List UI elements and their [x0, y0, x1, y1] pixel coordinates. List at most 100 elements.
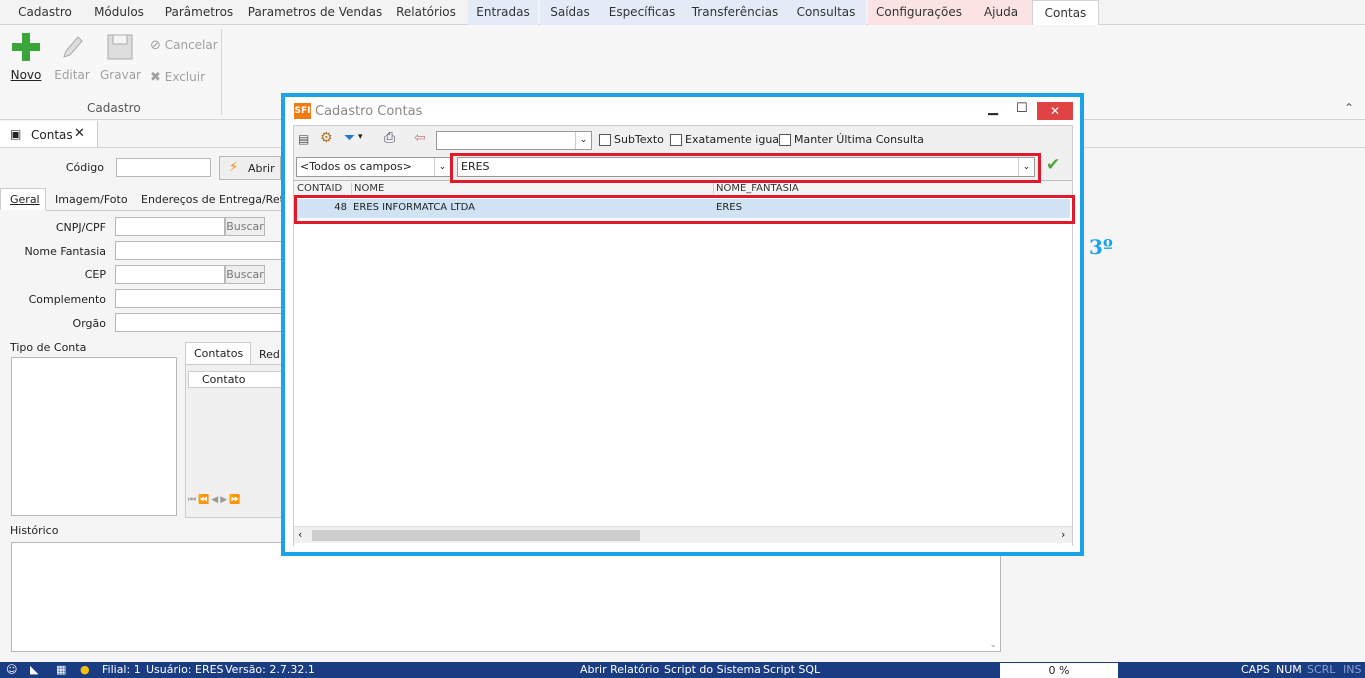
dialog-body: ▤ ⚙ ⏷ ▾ ⎙ ⇦ ⌄ SubTexto Exatamente igual …: [293, 125, 1073, 546]
complemento-label: Complemento: [28, 293, 106, 306]
ins-indicator: INS: [1343, 663, 1362, 676]
contatos-panel: Contato ⏮⏪◀▶⏩: [185, 364, 285, 518]
historico-label: Histórico: [10, 524, 59, 537]
num-indicator: NUM: [1276, 663, 1302, 676]
results-grid: CONTAID NOME NOME_FANTASIA 48 ERES INFOR…: [294, 180, 1072, 546]
tab-imagem-foto[interactable]: Imagem/Foto: [55, 189, 131, 211]
status-versao: Versão: 2.7.32.1: [225, 663, 315, 676]
gravar-button[interactable]: Gravar: [100, 31, 141, 82]
tab-modulos[interactable]: Módulos: [84, 0, 154, 25]
list-icon[interactable]: ▤: [298, 132, 309, 146]
tipo-conta-label: Tipo de Conta: [10, 341, 87, 354]
arrow-icon: ◣: [30, 663, 39, 676]
app-logo-icon: SFI: [294, 103, 311, 119]
status-bar: ☺ ◣ ▦ ● Filial: 1 Usuário: ERES Versão: …: [0, 662, 1365, 678]
caps-indicator: CAPS: [1241, 663, 1270, 676]
pin-icon: ●: [80, 663, 90, 676]
scroll-right-icon[interactable]: ›: [1061, 528, 1065, 541]
dialog-titlebar: SFI Cadastro Contas ▁ ☐ ✕: [285, 97, 1080, 125]
status-filial: Filial: 1: [102, 663, 141, 676]
tab-especificas[interactable]: Específicas: [600, 0, 684, 25]
query-select[interactable]: ⌄: [436, 131, 592, 150]
export-icon[interactable]: ⇦: [414, 130, 426, 146]
tipo-conta-list[interactable]: [11, 357, 177, 516]
chevron-down-icon: ⌄: [575, 132, 591, 149]
close-button[interactable]: ✕: [1037, 102, 1073, 120]
script-sistema-link[interactable]: Script do Sistema: [664, 662, 761, 678]
abrir-button[interactable]: ⚡ Abrir: [219, 156, 281, 180]
people-icon: ☺: [6, 663, 18, 676]
tabs-divider: [46, 210, 281, 211]
orgao-input[interactable]: [115, 313, 285, 332]
highlight-search: [450, 153, 1041, 183]
tab-contas[interactable]: Contas: [1032, 0, 1099, 26]
script-sql-link[interactable]: Script SQL: [763, 662, 820, 678]
tab-contatos[interactable]: Contatos: [185, 342, 251, 364]
tab-transferencias[interactable]: Transferências: [684, 0, 786, 25]
close-icon[interactable]: ✕: [74, 126, 85, 141]
nome-fantasia-input[interactable]: [115, 241, 285, 260]
tab-relatorios[interactable]: Relatórios: [388, 0, 464, 25]
complemento-input[interactable]: [115, 289, 285, 308]
col-contaid[interactable]: CONTAID: [297, 183, 342, 194]
pencil-icon: [63, 36, 83, 58]
cancel-icon: ⊘: [150, 38, 161, 53]
collapse-ribbon-icon[interactable]: ⌃: [1344, 101, 1354, 115]
novo-button[interactable]: Novo: [6, 31, 46, 82]
status-usuario: Usuário: ERES: [146, 663, 224, 676]
col-nome[interactable]: NOME: [351, 183, 384, 194]
checkmark-icon[interactable]: ✔: [1046, 155, 1060, 175]
buscar-cep-button[interactable]: Buscar: [225, 265, 265, 284]
codigo-input[interactable]: [116, 158, 211, 177]
ribbon-tabs: Cadastro Módulos Parâmetros Parametros d…: [0, 0, 1365, 26]
field-select[interactable]: <Todos os campos> ⌄: [296, 157, 451, 177]
historico-textarea[interactable]: ⌄: [11, 542, 1001, 652]
exatamente-igual-checkbox[interactable]: Exatamente igual: [670, 133, 782, 146]
cep-label: CEP: [84, 268, 106, 281]
tab-entradas[interactable]: Entradas: [468, 0, 538, 25]
tab-parametros-vendas[interactable]: Parametros de Vendas: [246, 0, 384, 25]
print-icon[interactable]: ⎙: [384, 130, 395, 146]
cep-input[interactable]: [115, 265, 225, 284]
chevron-down-icon[interactable]: ▾: [358, 132, 363, 142]
minimize-icon[interactable]: ▁: [988, 101, 998, 116]
grid-navigator[interactable]: ⏮⏪◀▶⏩: [188, 495, 242, 505]
gear-icon[interactable]: ⚙: [320, 130, 333, 146]
calculator-icon: ▦: [56, 663, 67, 676]
col-nome-fantasia[interactable]: NOME_FANTASIA: [713, 183, 799, 194]
scroll-left-icon[interactable]: ‹: [298, 528, 302, 541]
ribbon-separator: [221, 29, 222, 115]
abrir-relatorio-link[interactable]: Abrir Relatório: [580, 662, 659, 678]
doc-tab-contas[interactable]: ▣ Contas ✕: [0, 121, 98, 148]
tab-enderecos[interactable]: Endereços de Entrega/Retir: [141, 189, 281, 211]
manter-ultima-checkbox[interactable]: Manter Última Consulta: [779, 133, 924, 146]
highlight-row: [294, 195, 1075, 224]
tab-consultas[interactable]: Consultas: [786, 0, 866, 25]
cancelar-button[interactable]: ⊘ Cancelar: [150, 38, 218, 53]
filter-icon[interactable]: ⏷: [344, 130, 355, 146]
tab-saidas[interactable]: Saídas: [540, 0, 600, 25]
tab-parametros[interactable]: Parâmetros: [158, 0, 240, 25]
close-icon: ✖: [150, 70, 161, 85]
lightning-icon: ⚡: [229, 160, 239, 175]
horizontal-scrollbar[interactable]: ‹ ›: [294, 526, 1072, 543]
tab-cadastro[interactable]: Cadastro: [10, 0, 80, 25]
maximize-icon[interactable]: ☐: [1016, 101, 1028, 116]
cnpj-label: CNPJ/CPF: [55, 221, 106, 234]
tab-configuracoes[interactable]: Configurações: [868, 0, 970, 25]
chevron-down-icon: ⌄: [434, 158, 450, 176]
scrl-indicator: SCRL: [1307, 663, 1336, 676]
contas-icon: ▣: [10, 127, 22, 141]
scroll-thumb[interactable]: [312, 530, 640, 541]
editar-button[interactable]: Editar: [52, 31, 92, 82]
tab-geral[interactable]: Geral: [0, 188, 46, 210]
cnpj-input[interactable]: [115, 217, 225, 236]
scroll-down-icon[interactable]: ⌄: [989, 640, 997, 650]
contato-header: Contato: [188, 371, 284, 388]
save-icon: [107, 34, 133, 60]
subtexto-checkbox[interactable]: SubTexto: [599, 133, 664, 146]
group-label-cadastro: Cadastro: [87, 101, 141, 115]
excluir-button[interactable]: ✖ Excluir: [150, 70, 205, 85]
buscar-cnpj-button[interactable]: Buscar: [225, 217, 265, 236]
tab-ajuda[interactable]: Ajuda: [970, 0, 1032, 25]
